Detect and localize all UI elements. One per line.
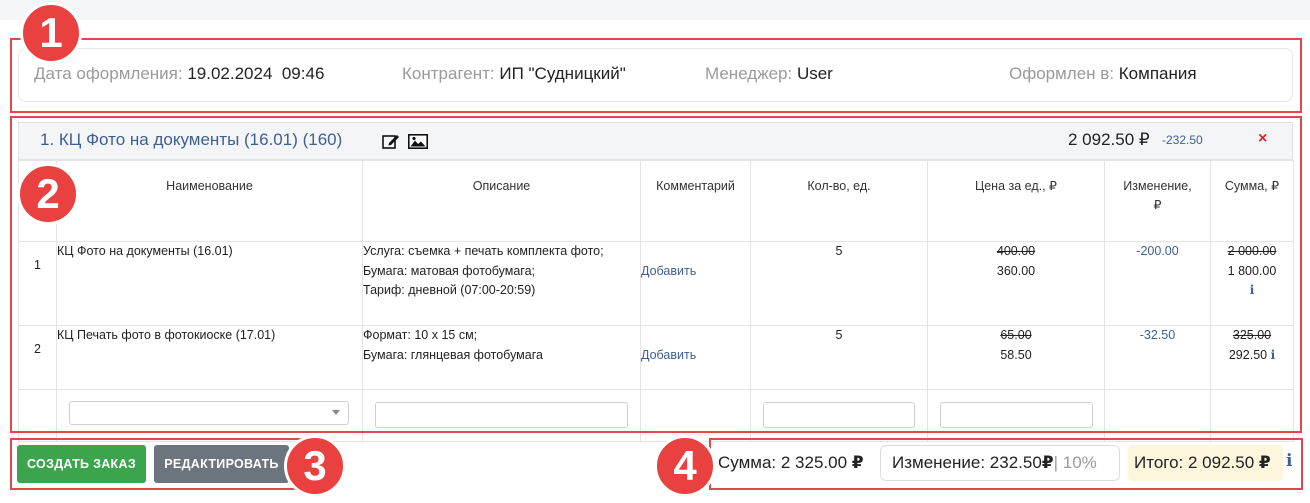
annotation-badge-4: 4 bbox=[654, 435, 716, 497]
top-bar bbox=[0, 0, 1310, 20]
annotation-badge-3: 3 bbox=[284, 435, 346, 497]
annotation-box-1 bbox=[10, 38, 1302, 113]
annotation-box-3 bbox=[10, 438, 304, 490]
annotation-box-4 bbox=[709, 438, 1303, 490]
annotation-badge-1: 1 bbox=[20, 2, 82, 64]
annotation-box-2 bbox=[10, 116, 1302, 433]
annotation-badge-2: 2 bbox=[17, 163, 79, 225]
